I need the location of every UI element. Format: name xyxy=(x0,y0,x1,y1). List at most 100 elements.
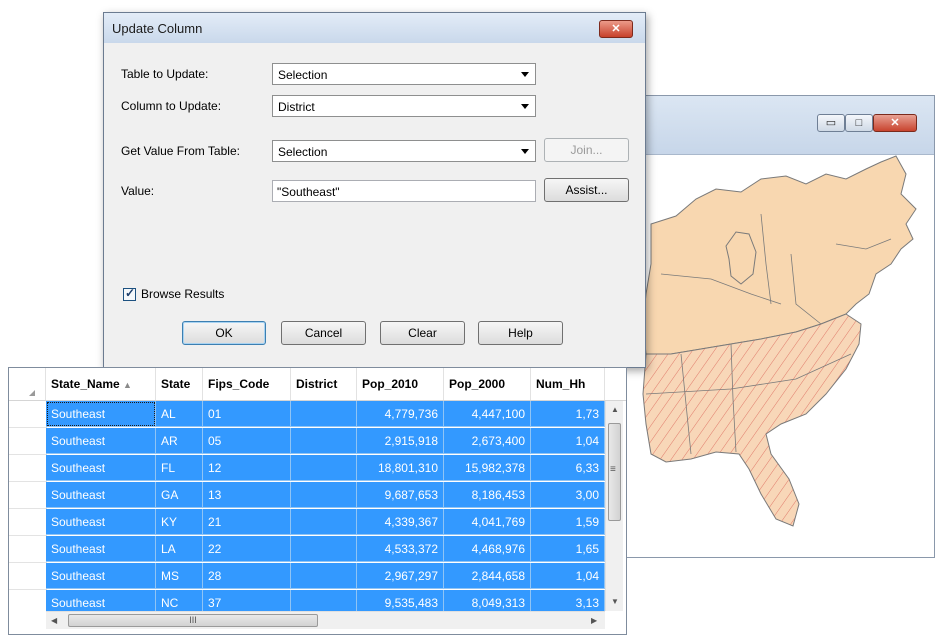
cell-district[interactable] xyxy=(291,509,357,535)
cell-num-hh[interactable]: 1,73 xyxy=(531,401,605,427)
table-row[interactable]: Southeast NC 37 9,535,483 8,049,313 3,13 xyxy=(9,590,605,611)
cell-state-name[interactable]: Southeast xyxy=(46,536,156,562)
cell-pop-2010[interactable]: 9,687,653 xyxy=(357,482,444,508)
horizontal-scroll-thumb[interactable]: III xyxy=(68,614,318,627)
help-button[interactable]: Help xyxy=(478,321,563,345)
scroll-left-icon[interactable]: ◀ xyxy=(51,616,57,625)
row-header[interactable] xyxy=(9,536,47,563)
cell-num-hh[interactable]: 1,65 xyxy=(531,536,605,562)
column-header-pop-2010[interactable]: Pop_2010 xyxy=(357,368,444,400)
join-button[interactable]: Join... xyxy=(544,138,629,162)
column-header-fips-code[interactable]: Fips_Code xyxy=(203,368,291,400)
column-to-update-select[interactable]: District xyxy=(272,95,536,117)
cell-district[interactable] xyxy=(291,455,357,481)
cell-state[interactable]: NC xyxy=(156,590,203,611)
close-button[interactable]: ✕ xyxy=(873,114,917,132)
cell-state-name[interactable]: Southeast xyxy=(46,563,156,589)
dialog-close-button[interactable]: ✕ xyxy=(599,20,633,38)
cell-pop-2000[interactable]: 8,049,313 xyxy=(444,590,531,611)
cell-num-hh[interactable]: 1,04 xyxy=(531,563,605,589)
column-header-district[interactable]: District xyxy=(291,368,357,400)
cell-fips-code[interactable]: 01 xyxy=(203,401,291,427)
cell-district[interactable] xyxy=(291,590,357,611)
row-header[interactable] xyxy=(9,401,47,428)
row-header[interactable] xyxy=(9,482,47,509)
table-row[interactable]: Southeast AR 05 2,915,918 2,673,400 1,04 xyxy=(9,428,605,455)
get-value-from-table-select[interactable]: Selection xyxy=(272,140,536,162)
cell-state-name[interactable]: Southeast xyxy=(46,590,156,611)
scroll-down-icon[interactable]: ▼ xyxy=(611,597,619,606)
scroll-up-icon[interactable]: ▲ xyxy=(611,405,619,414)
table-row[interactable]: Southeast MS 28 2,967,297 2,844,658 1,04 xyxy=(9,563,605,590)
cell-num-hh[interactable]: 1,04 xyxy=(531,428,605,454)
cell-pop-2000[interactable]: 4,447,100 xyxy=(444,401,531,427)
cell-fips-code[interactable]: 05 xyxy=(203,428,291,454)
cell-pop-2010[interactable]: 18,801,310 xyxy=(357,455,444,481)
maximize-button[interactable]: □ xyxy=(845,114,873,132)
value-input[interactable]: "Southeast" xyxy=(272,180,536,202)
cell-state[interactable]: GA xyxy=(156,482,203,508)
cell-state[interactable]: AR xyxy=(156,428,203,454)
clear-button[interactable]: Clear xyxy=(380,321,465,345)
cell-state-name[interactable]: Southeast xyxy=(46,401,156,427)
cell-pop-2000[interactable]: 4,468,976 xyxy=(444,536,531,562)
horizontal-scrollbar[interactable]: ◀ III ▶ xyxy=(46,611,605,629)
cell-state[interactable]: MS xyxy=(156,563,203,589)
cell-fips-code[interactable]: 28 xyxy=(203,563,291,589)
table-row[interactable]: Southeast GA 13 9,687,653 8,186,453 3,00 xyxy=(9,482,605,509)
cell-state[interactable]: AL xyxy=(156,401,203,427)
column-header-pop-2000[interactable]: Pop_2000 xyxy=(444,368,531,400)
scroll-right-icon[interactable]: ▶ xyxy=(591,616,597,625)
row-header[interactable] xyxy=(9,590,47,611)
cell-district[interactable] xyxy=(291,482,357,508)
cell-state[interactable]: FL xyxy=(156,455,203,481)
row-header[interactable] xyxy=(9,509,47,536)
vertical-scroll-thumb[interactable]: ≡ xyxy=(608,423,621,521)
table-row[interactable]: Southeast KY 21 4,339,367 4,041,769 1,59 xyxy=(9,509,605,536)
column-header-state-name[interactable]: State_Name ▲ xyxy=(46,368,156,400)
cell-state[interactable]: KY xyxy=(156,509,203,535)
cell-pop-2010[interactable]: 4,533,372 xyxy=(357,536,444,562)
cell-fips-code[interactable]: 21 xyxy=(203,509,291,535)
column-header-state[interactable]: State xyxy=(156,368,203,400)
cell-pop-2000[interactable]: 2,844,658 xyxy=(444,563,531,589)
cell-num-hh[interactable]: 3,00 xyxy=(531,482,605,508)
us-map[interactable] xyxy=(621,154,934,557)
table-row[interactable]: Southeast FL 12 18,801,310 15,982,378 6,… xyxy=(9,455,605,482)
cell-pop-2010[interactable]: 4,339,367 xyxy=(357,509,444,535)
cell-state-name[interactable]: Southeast xyxy=(46,455,156,481)
cell-pop-2010[interactable]: 9,535,483 xyxy=(357,590,444,611)
cancel-button[interactable]: Cancel xyxy=(281,321,366,345)
cell-pop-2000[interactable]: 8,186,453 xyxy=(444,482,531,508)
cell-num-hh[interactable]: 1,59 xyxy=(531,509,605,535)
dialog-titlebar[interactable]: Update Column ✕ xyxy=(104,13,645,43)
select-all-corner[interactable] xyxy=(9,368,46,400)
browse-results-checkbox[interactable]: ✓ xyxy=(123,286,136,301)
cell-district[interactable] xyxy=(291,428,357,454)
cell-fips-code[interactable]: 13 xyxy=(203,482,291,508)
column-header-num-hh[interactable]: Num_Hh xyxy=(531,368,605,400)
cell-pop-2000[interactable]: 2,673,400 xyxy=(444,428,531,454)
ok-button[interactable]: OK xyxy=(182,321,266,345)
table-row[interactable]: Southeast LA 22 4,533,372 4,468,976 1,65 xyxy=(9,536,605,563)
assist-button[interactable]: Assist... xyxy=(544,178,629,202)
cell-state-name[interactable]: Southeast xyxy=(46,428,156,454)
cell-num-hh[interactable]: 3,13 xyxy=(531,590,605,611)
cell-num-hh[interactable]: 6,33 xyxy=(531,455,605,481)
cell-district[interactable] xyxy=(291,563,357,589)
cell-pop-2010[interactable]: 2,967,297 xyxy=(357,563,444,589)
cell-district[interactable] xyxy=(291,536,357,562)
cell-fips-code[interactable]: 37 xyxy=(203,590,291,611)
cell-fips-code[interactable]: 22 xyxy=(203,536,291,562)
cell-pop-2010[interactable]: 4,779,736 xyxy=(357,401,444,427)
row-header[interactable] xyxy=(9,455,47,482)
cell-district[interactable] xyxy=(291,401,357,427)
row-header[interactable] xyxy=(9,428,47,455)
cell-fips-code[interactable]: 12 xyxy=(203,455,291,481)
table-row[interactable]: Southeast AL 01 4,779,736 4,447,100 1,73 xyxy=(9,401,605,428)
row-header[interactable] xyxy=(9,563,47,590)
map-titlebar[interactable]: ▭ □ ✕ xyxy=(621,96,934,155)
cell-pop-2000[interactable]: 15,982,378 xyxy=(444,455,531,481)
cell-state-name[interactable]: Southeast xyxy=(46,482,156,508)
cell-state-name[interactable]: Southeast xyxy=(46,509,156,535)
